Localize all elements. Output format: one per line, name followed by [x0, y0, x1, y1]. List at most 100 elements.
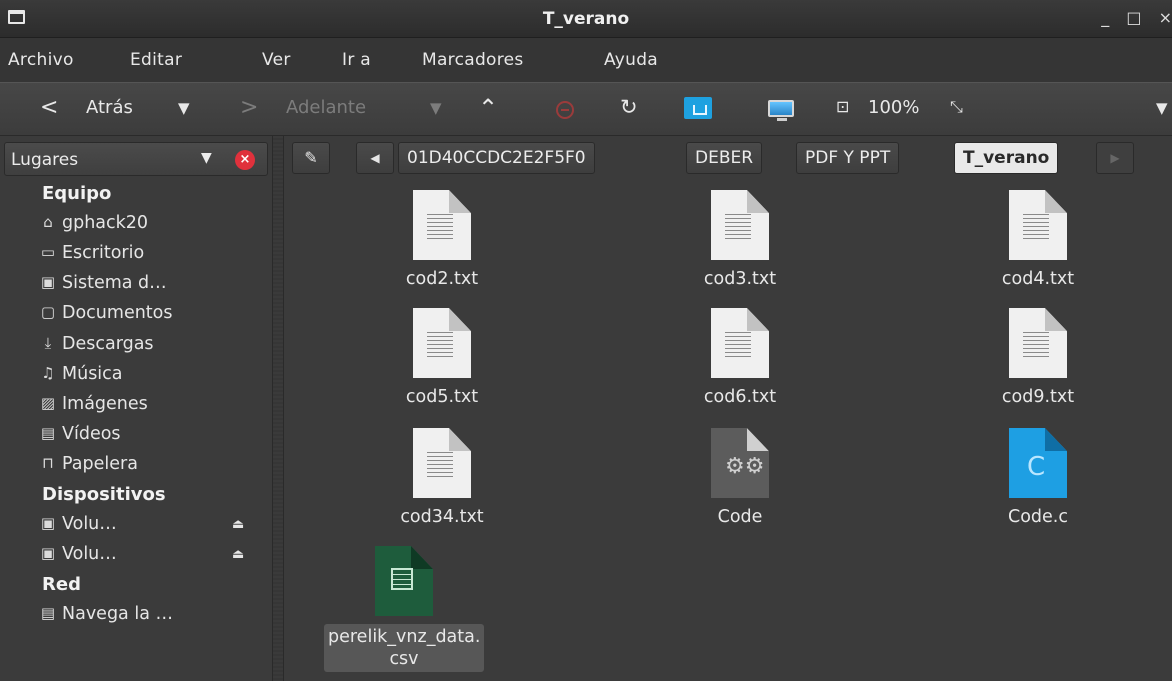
back-button[interactable]: Atrás: [86, 97, 133, 118]
group-equipo: Equipo: [42, 183, 112, 204]
title-bar: T_verano _ □ ×: [0, 0, 1172, 38]
file-name: Code: [717, 507, 763, 527]
sidebar-item-volume-1[interactable]: ▣ Volu…: [41, 514, 117, 534]
image-icon: ▨: [40, 394, 56, 412]
menu-ver[interactable]: Ver: [262, 50, 291, 70]
music-note-icon: ♫: [41, 364, 55, 382]
text-file-icon: [413, 308, 471, 378]
up-button-icon[interactable]: ⌃: [478, 94, 498, 122]
zoom-fit-icon[interactable]: ⤡: [950, 97, 963, 117]
window-controls: _ □ ×: [1089, 8, 1172, 27]
crumb-pdf-y-ppt[interactable]: PDF Y PPT: [796, 142, 900, 174]
documents-icon: ▢: [40, 303, 56, 321]
menu-ayuda[interactable]: Ayuda: [604, 50, 658, 70]
group-dispositivos: Dispositivos: [42, 484, 166, 505]
sidebar-item-music[interactable]: ♫ Música: [41, 364, 123, 384]
reload-icon[interactable]: ↻: [620, 95, 638, 119]
crumb-01d40ccdc2e2f5f0[interactable]: 01D40CCDC2E2F5F0: [398, 142, 595, 174]
sidebar-item-label: Escritorio: [62, 243, 145, 263]
file-item[interactable]: cod4.txt: [958, 190, 1118, 290]
sidebar-item-label: Imágenes: [62, 394, 148, 414]
group-red: Red: [42, 574, 81, 595]
file-name: cod4.txt: [1001, 269, 1075, 289]
file-item-selected[interactable]: perelik_vnz_data. csv: [324, 546, 484, 672]
file-name: perelik_vnz_data. csv: [324, 624, 484, 672]
eject-icon[interactable]: ⏏: [232, 517, 244, 532]
sidebar-item-label: gphack20: [62, 213, 149, 233]
file-name: cod34.txt: [400, 507, 484, 527]
file-item[interactable]: cod3.txt: [660, 190, 820, 290]
file-name: cod2.txt: [405, 269, 479, 289]
menu-ir-a[interactable]: Ir a: [342, 50, 371, 70]
menu-bar: Archivo Editar Ver Ir a Marcadores Ayuda: [0, 38, 1172, 82]
sidebar-item-label: Papelera: [62, 454, 138, 474]
text-file-icon: [711, 308, 769, 378]
executable-gears-icon: ⚙⚙: [711, 428, 769, 498]
sidebar-item-label: Vídeos: [62, 424, 121, 444]
crumb-t-verano[interactable]: T_verano: [954, 142, 1059, 174]
stop-icon[interactable]: [556, 101, 574, 119]
download-icon: ⤓: [44, 334, 52, 352]
forward-history-caret-icon[interactable]: ▼: [430, 99, 442, 117]
forward-button[interactable]: Adelante: [286, 97, 366, 118]
file-item[interactable]: ⚙⚙ Code: [660, 428, 820, 528]
window-title: T_verano: [542, 9, 630, 29]
file-item[interactable]: cod34.txt: [362, 428, 522, 528]
sidebar-item-downloads[interactable]: ⤓ Descargas: [45, 334, 154, 354]
home-folder-icon[interactable]: [684, 97, 712, 119]
path-scroll-right-button[interactable]: ▶: [1096, 142, 1134, 174]
text-file-icon: [711, 190, 769, 260]
sidebar-item-documents[interactable]: ▢ Documentos: [41, 303, 173, 323]
sidebar-item-pictures[interactable]: ▨ Imágenes: [41, 394, 148, 414]
text-file-icon: [413, 190, 471, 260]
maximize-button[interactable]: □: [1126, 8, 1141, 27]
network-icon: ▤: [40, 604, 56, 622]
close-button[interactable]: ×: [1159, 8, 1172, 27]
file-name: cod5.txt: [405, 387, 479, 407]
sidebar-item-volume-2[interactable]: ▣ Volu…: [41, 544, 117, 564]
menu-editar[interactable]: Editar: [130, 50, 182, 70]
sidebar-item-network[interactable]: ▤ Navega la …: [41, 604, 173, 624]
back-arrow-icon[interactable]: <: [40, 95, 58, 120]
forward-arrow-icon[interactable]: >: [240, 95, 258, 120]
sidebar-places-selector[interactable]: Lugares ▼ ×: [4, 142, 268, 176]
sidebar-item-label: Música: [62, 364, 123, 384]
spreadsheet-file-icon: [375, 546, 433, 616]
sidebar-item-label: Navega la …: [62, 604, 173, 624]
sidebar-resize-handle[interactable]: [272, 136, 284, 681]
chevron-down-icon[interactable]: ▼: [201, 150, 212, 166]
computer-icon[interactable]: [768, 100, 794, 121]
sidebar-item-label: Volu…: [62, 514, 117, 534]
file-item[interactable]: cod9.txt: [958, 308, 1118, 408]
sidebar-item-filesystem[interactable]: ▣ Sistema d…: [41, 273, 167, 293]
arrow-right-icon: ▶: [1110, 151, 1120, 165]
back-history-caret-icon[interactable]: ▼: [178, 99, 190, 117]
file-name: Code.c: [1008, 507, 1068, 527]
path-scroll-left-button[interactable]: ◀: [356, 142, 394, 174]
close-sidebar-icon[interactable]: ×: [235, 150, 255, 170]
drive-icon: ▣: [40, 514, 56, 532]
eject-icon[interactable]: ⏏: [232, 547, 244, 562]
toolbar: [0, 82, 1172, 136]
sidebar-item-videos[interactable]: ▤ Vídeos: [41, 424, 121, 444]
sidebar-item-desktop[interactable]: ▭ Escritorio: [41, 243, 145, 263]
toolbar-overflow-caret-icon[interactable]: ▼: [1156, 99, 1168, 117]
minimize-button[interactable]: _: [1101, 8, 1109, 27]
text-file-icon: [1009, 190, 1067, 260]
zoom-out-icon[interactable]: ⊡: [836, 97, 849, 116]
drive-icon: ▣: [40, 273, 56, 291]
file-name: cod6.txt: [703, 387, 777, 407]
menu-archivo[interactable]: Archivo: [8, 50, 74, 70]
trash-icon: ⊓: [42, 454, 54, 472]
sidebar-item-home[interactable]: ⌂ gphack20: [43, 213, 149, 233]
file-item[interactable]: C Code.c: [958, 428, 1118, 528]
sidebar-item-label: Documentos: [62, 303, 173, 323]
file-item[interactable]: cod2.txt: [362, 190, 522, 290]
file-item[interactable]: cod5.txt: [362, 308, 522, 408]
menu-marcadores[interactable]: Marcadores: [422, 50, 524, 70]
edit-location-button[interactable]: ✎: [292, 142, 330, 174]
sidebar-item-trash[interactable]: ⊓ Papelera: [42, 454, 138, 474]
file-item[interactable]: cod6.txt: [660, 308, 820, 408]
text-file-icon: [1009, 308, 1067, 378]
crumb-deber[interactable]: DEBER: [686, 142, 763, 174]
